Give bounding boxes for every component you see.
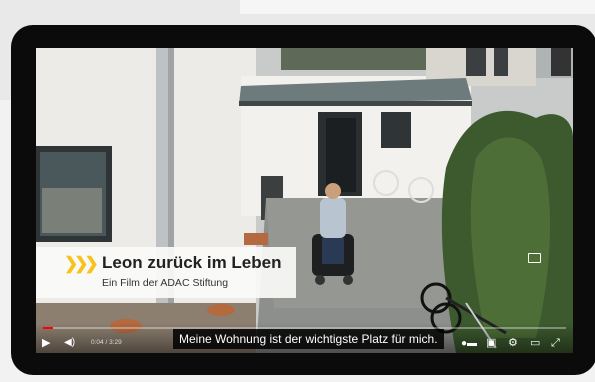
- video-title-overlay: ❯❯❯ Leon zurück im Leben Ein Film der AD…: [36, 247, 296, 298]
- captions-badge-icon: [528, 253, 541, 263]
- video-title: Leon zurück im Leben: [102, 253, 282, 272]
- settings-icon[interactable]: ⚙: [508, 337, 518, 349]
- page-header-strip: [240, 0, 595, 14]
- play-icon[interactable]: ▶: [42, 337, 50, 349]
- video-subtitle-line: Ein Film der ADAC Stiftung: [102, 277, 229, 289]
- chevrons-icon: ❯❯❯: [64, 254, 99, 273]
- volume-icon[interactable]: ◀): [64, 337, 75, 349]
- fullscreen-icon[interactable]: ⤢: [551, 337, 560, 349]
- video-frame-image: [36, 48, 573, 353]
- video-caption: Meine Wohnung ist der wichtigste Platz f…: [173, 329, 444, 349]
- autoplay-toggle-icon[interactable]: ●▬: [461, 338, 477, 350]
- time-display: 0:04 / 3:29: [91, 339, 122, 346]
- progress-fill: [43, 327, 54, 329]
- miniplayer-icon[interactable]: ▭: [530, 337, 540, 349]
- subtitles-icon[interactable]: ▣: [486, 337, 496, 349]
- video-player[interactable]: ❯❯❯ Leon zurück im Leben Ein Film der AD…: [36, 48, 573, 353]
